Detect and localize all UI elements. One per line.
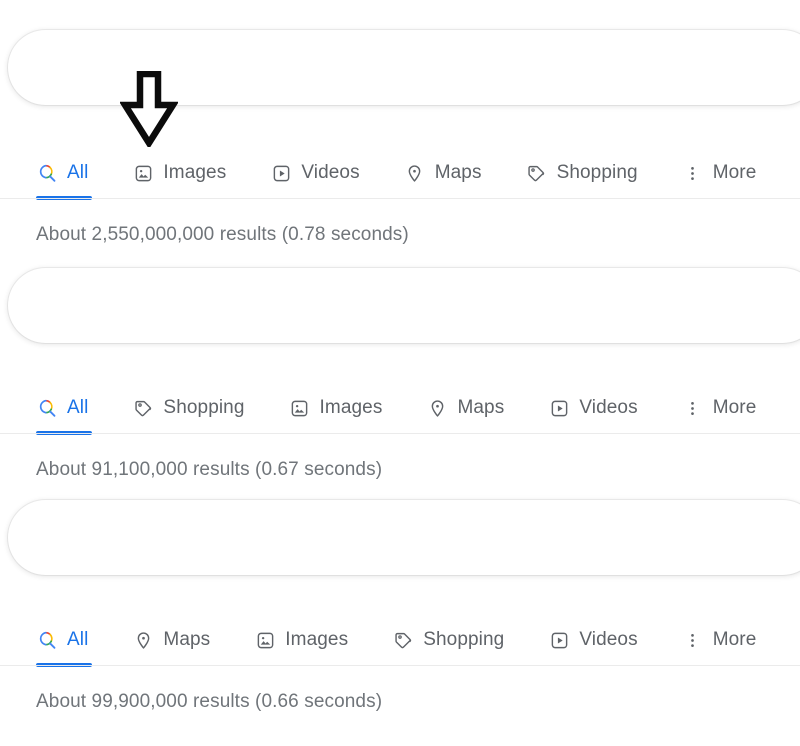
tab-label: More (712, 629, 757, 650)
tab-label: Shopping (163, 397, 245, 418)
tab-row-1: All Images Videos Maps Shopping More (0, 147, 800, 200)
search-bar-1[interactable] (8, 30, 800, 105)
results-stat-1: About 2,550,000,000 results (0.78 second… (36, 224, 409, 245)
image-icon (289, 397, 311, 419)
tag-icon (392, 629, 414, 651)
tab-all[interactable]: All (36, 382, 92, 435)
tab-videos[interactable]: Videos (548, 382, 638, 434)
video-icon (548, 629, 570, 651)
more-vertical-icon (682, 162, 704, 184)
search-input-1[interactable] (54, 30, 800, 105)
tab-label: More (712, 162, 757, 183)
results-stat-3: About 99,900,000 results (0.66 seconds) (36, 691, 383, 712)
tab-images[interactable]: Images (254, 614, 348, 666)
tab-label: All (67, 397, 89, 418)
image-icon (132, 162, 154, 184)
tab-maps[interactable]: Maps (426, 382, 504, 434)
search-bar-3[interactable] (8, 500, 800, 575)
tab-label: All (67, 629, 89, 650)
google-search-icon (36, 397, 58, 419)
more-vertical-icon (682, 629, 704, 651)
tab-label: Videos (579, 397, 638, 418)
tab-videos[interactable]: Videos (548, 614, 638, 666)
tab-label: Maps (163, 629, 211, 650)
tab-shopping[interactable]: Shopping (526, 147, 638, 199)
map-pin-icon (132, 629, 154, 651)
tab-label: Shopping (423, 629, 505, 650)
tab-all[interactable]: All (36, 147, 92, 200)
tab-images[interactable]: Images (132, 147, 226, 199)
tab-label: Images (163, 162, 227, 183)
tab-label: Maps (434, 162, 482, 183)
more-vertical-icon (682, 397, 704, 419)
image-icon (254, 629, 276, 651)
search-input-2[interactable] (54, 268, 800, 343)
tab-label: Maps (457, 397, 505, 418)
tab-row-3: All Maps Images Shopping Videos More (0, 614, 800, 667)
tab-label: Shopping (556, 162, 638, 183)
tab-row-2: All Shopping Images Maps Videos More (0, 382, 800, 435)
search-input-3[interactable] (54, 500, 800, 575)
tab-maps[interactable]: Maps (404, 147, 482, 199)
search-results-page: All Images Videos Maps Shopping More Abo… (0, 0, 800, 746)
search-bar-2[interactable] (8, 268, 800, 343)
tab-images[interactable]: Images (289, 382, 383, 434)
video-icon (548, 397, 570, 419)
tab-more[interactable]: More (682, 382, 757, 434)
tag-icon (526, 162, 548, 184)
tab-shopping[interactable]: Shopping (132, 382, 244, 434)
tab-more[interactable]: More (682, 147, 757, 199)
tab-shopping[interactable]: Shopping (392, 614, 504, 666)
tab-row-divider (0, 198, 800, 199)
tab-label: Images (285, 629, 349, 650)
tab-row-divider (0, 665, 800, 666)
google-search-icon (36, 629, 58, 651)
tab-label: All (67, 162, 89, 183)
tab-row-divider (0, 433, 800, 434)
map-pin-icon (404, 162, 426, 184)
tab-videos[interactable]: Videos (270, 147, 360, 199)
tab-more[interactable]: More (682, 614, 757, 666)
results-stat-2: About 91,100,000 results (0.67 seconds) (36, 459, 383, 480)
map-pin-icon (426, 397, 448, 419)
tab-label: Videos (579, 629, 638, 650)
tab-label: More (712, 397, 757, 418)
tab-label: Images (319, 397, 383, 418)
tab-label: Videos (301, 162, 360, 183)
tab-maps[interactable]: Maps (132, 614, 210, 666)
video-icon (270, 162, 292, 184)
google-search-icon (36, 162, 58, 184)
tab-all[interactable]: All (36, 614, 92, 667)
tag-icon (132, 397, 154, 419)
